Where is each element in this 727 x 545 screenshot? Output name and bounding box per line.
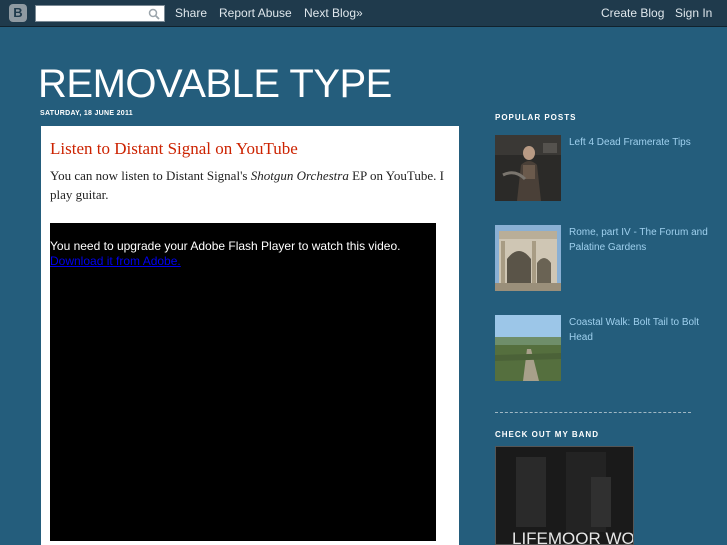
band-heading: CHECK OUT MY BAND <box>495 430 599 439</box>
download-flash-link[interactable]: Download it from Adobe. <box>50 254 181 269</box>
band-cover-image[interactable]: LIFEMOOR WO <box>495 446 634 545</box>
report-abuse-link[interactable]: Report Abuse <box>219 6 292 20</box>
blogger-navbar: B Share Report Abuse Next Blog» Create B… <box>0 0 727 27</box>
search-input[interactable] <box>35 5 165 22</box>
sign-in-link[interactable]: Sign In <box>675 6 712 20</box>
arch-thumbnail[interactable] <box>495 225 561 291</box>
popular-post-link-1[interactable]: Left 4 Dead Framerate Tips <box>569 135 709 150</box>
post-title[interactable]: Listen to Distant Signal on YouTube <box>50 139 298 159</box>
post-body-text: You can now listen to Distant Signal's <box>50 168 251 183</box>
flash-upgrade-message: You need to upgrade your Adobe Flash Pla… <box>50 239 401 253</box>
blog-title[interactable]: REMOVABLE TYPE <box>38 62 392 107</box>
search-icon[interactable] <box>148 8 160 20</box>
blogger-logo-letter: B <box>13 5 23 20</box>
band-cover-text: LIFEMOOR WO <box>512 529 634 545</box>
video-embed[interactable]: You need to upgrade your Adobe Flash Pla… <box>50 223 436 541</box>
create-blog-link[interactable]: Create Blog <box>601 6 664 20</box>
popular-post-link-2[interactable]: Rome, part IV - The Forum and Palatine G… <box>569 225 709 255</box>
popular-posts-heading: POPULAR POSTS <box>495 113 577 122</box>
post-body: You can now listen to Distant Signal's S… <box>50 166 450 204</box>
blogger-logo-icon[interactable]: B <box>9 4 27 22</box>
popular-post-link-3[interactable]: Coastal Walk: Bolt Tail to Bolt Head <box>569 315 709 345</box>
post-body-ep-name: Shotgun Orchestra <box>250 168 349 183</box>
share-link[interactable]: Share <box>175 6 207 20</box>
post-date: SATURDAY, 18 JUNE 2011 <box>40 110 133 117</box>
landscape-thumbnail[interactable] <box>495 315 561 381</box>
sidebar-divider <box>495 412 691 413</box>
post: Listen to Distant Signal on YouTube You … <box>41 126 459 545</box>
next-blog-link[interactable]: Next Blog» <box>304 6 363 20</box>
game-character-thumbnail[interactable] <box>495 135 561 201</box>
